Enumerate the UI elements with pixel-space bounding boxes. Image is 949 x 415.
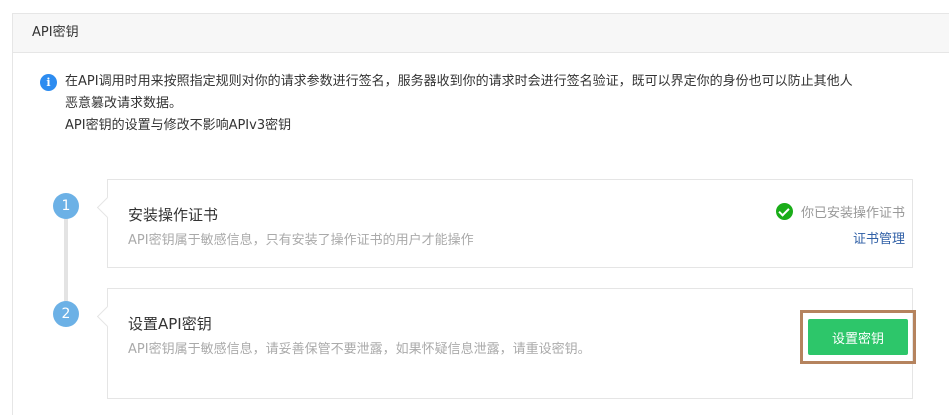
- step-title: 安装操作证书: [128, 206, 219, 224]
- cert-installed-status: 你已安装操作证书: [775, 202, 905, 221]
- set-key-button[interactable]: 设置密钥: [808, 319, 908, 355]
- step-number-2: 2: [53, 301, 79, 327]
- info-icon: i: [40, 74, 57, 91]
- notice-text: 在API调用时用来按照指定规则对你的请求参数进行签名，服务器收到你的请求时会进行…: [65, 71, 930, 137]
- steps-connector: [64, 205, 68, 313]
- cert-installed-text: 你已安装操作证书: [800, 206, 905, 221]
- panel-title: API密钥: [13, 14, 949, 53]
- step-description: API密钥属于敏感信息，只有安装了操作证书的用户才能操作: [128, 233, 474, 248]
- notice-line-3: API密钥的设置与修改不影响APIv3密钥: [65, 118, 292, 133]
- step-card-install-cert: 安装操作证书 API密钥属于敏感信息，只有安装了操作证书的用户才能操作 你已安装…: [107, 179, 913, 268]
- step-number-1: 1: [53, 193, 79, 219]
- check-circle-icon: [775, 203, 793, 220]
- notice-line-1: 在API调用时用来按照指定规则对你的请求参数进行签名，服务器收到你的请求时会进行…: [65, 74, 853, 89]
- step-title: 设置API密钥: [128, 315, 212, 333]
- step-card-set-api-key: 设置API密钥 API密钥属于敏感信息，请妥善保管不要泄露，如果怀疑信息泄露，请…: [107, 288, 913, 399]
- notice-line-2: 恶意篡改请求数据。: [65, 96, 183, 111]
- info-notice: i 在API调用时用来按照指定规则对你的请求参数进行签名，服务器收到你的请求时会…: [40, 71, 930, 137]
- step-description: API密钥属于敏感信息，请妥善保管不要泄露，如果怀疑信息泄露，请重设密钥。: [128, 342, 591, 357]
- cert-management-link[interactable]: 证书管理: [853, 228, 905, 247]
